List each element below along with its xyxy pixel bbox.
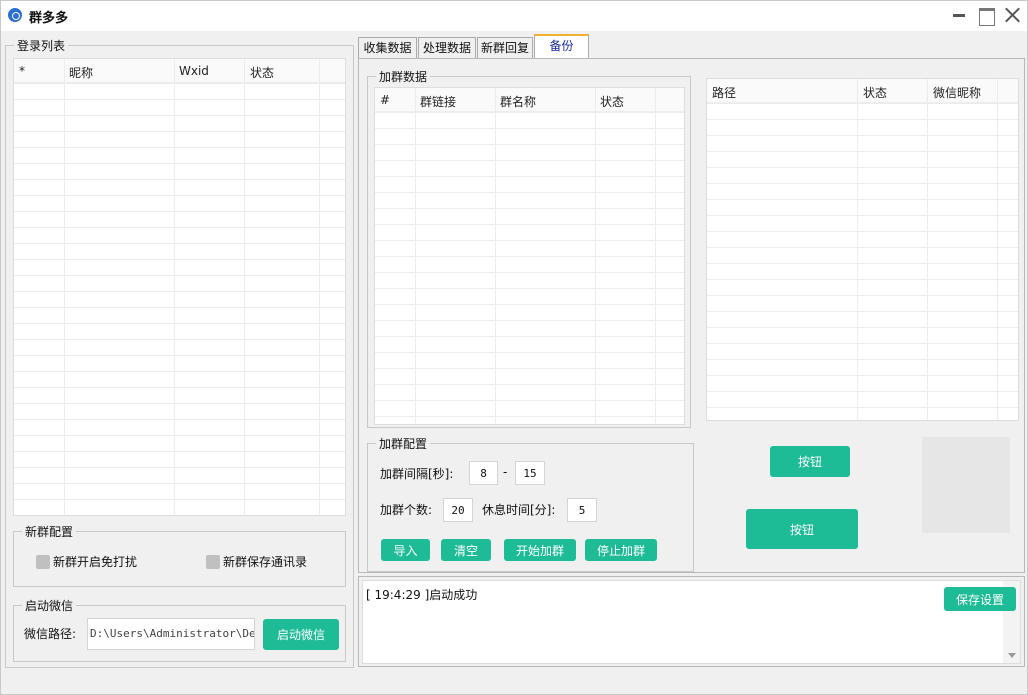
join-config-group: 加群配置 加群间隔[秒]: 8 - 15 加群个数: 20 休息时间[分]: 5… [367, 435, 694, 572]
stop-join-button[interactable]: 停止加群 [585, 539, 657, 561]
interval-max-input[interactable]: 15 [515, 461, 545, 485]
scroll-down-icon[interactable] [1008, 653, 1016, 658]
login-table[interactable]: * 昵称 Wxid 状态 [13, 58, 346, 516]
app-window: 群多多 登录列表 * 昵称 Wxid 状态 新群配置 新群开启免打扰 新群保存通… [0, 0, 1028, 695]
wechat-path-label: 微信路径: [24, 627, 77, 641]
maximize-icon[interactable] [976, 5, 998, 27]
checkbox-icon [206, 554, 220, 569]
save-contacts-label: 新群保存通讯录 [223, 555, 308, 569]
new-group-config-group: 新群配置 新群开启免打扰 新群保存通讯录 [13, 523, 346, 587]
backup-table-rows [707, 103, 1018, 420]
join-data-group: 加群数据 # 群链接 群名称 状态 [367, 68, 691, 428]
col-status: 状态 [600, 95, 625, 109]
no-disturb-label: 新群开启免打扰 [53, 555, 138, 569]
no-disturb-checkbox[interactable]: 新群开启免打扰 [36, 553, 137, 570]
import-button[interactable]: 导入 [381, 539, 430, 561]
join-count-input[interactable]: 20 [443, 498, 473, 522]
col-hash: # [380, 93, 391, 107]
close-icon[interactable] [1002, 5, 1024, 27]
app-logo-icon [8, 8, 22, 22]
join-data-label: 加群数据 [376, 68, 431, 85]
col-nickname: 昵称 [69, 66, 94, 80]
start-join-button[interactable]: 开始加群 [504, 539, 576, 561]
action-button-1[interactable]: 按钮 [770, 446, 850, 477]
tab-backup[interactable]: 备份 [534, 34, 589, 59]
image-placeholder [922, 437, 1010, 533]
log-line: [ 19:4:29 ]启动成功 [366, 588, 478, 602]
interval-label: 加群间隔[秒]: [380, 467, 454, 481]
launch-wechat-label: 启动微信 [22, 597, 77, 614]
join-config-label: 加群配置 [376, 435, 431, 452]
title-bar: 群多多 [1, 1, 1027, 31]
save-contacts-checkbox[interactable]: 新群保存通讯录 [206, 553, 307, 570]
interval-min-input[interactable]: 8 [469, 461, 498, 485]
col-wxid: Wxid [179, 64, 209, 78]
login-list-group: 登录列表 * 昵称 Wxid 状态 新群配置 新群开启免打扰 新群保存通讯录 启… [5, 37, 354, 668]
log-frame: [ 19:4:29 ]启动成功 保存设置 [358, 576, 1025, 667]
log-textarea[interactable]: [ 19:4:29 ]启动成功 [362, 580, 1021, 664]
col-path: 路径 [712, 86, 737, 100]
join-count-label: 加群个数: [380, 503, 433, 517]
window-title: 群多多 [29, 11, 69, 26]
rest-time-label: 休息时间[分]: [482, 503, 556, 517]
tab-new-group-reply[interactable]: 新群回复 [477, 37, 533, 59]
join-data-table[interactable]: # 群链接 群名称 状态 [374, 87, 685, 425]
col-status: 状态 [250, 66, 275, 80]
col-group-name: 群名称 [500, 95, 537, 109]
col-index: * [19, 64, 25, 78]
wechat-path-input[interactable]: D:\Users\Administrator\Deskt [87, 618, 255, 650]
launch-wechat-button[interactable]: 启动微信 [263, 619, 339, 650]
save-settings-button[interactable]: 保存设置 [944, 587, 1016, 611]
col-status: 状态 [863, 86, 888, 100]
join-data-rows [375, 112, 684, 424]
tab-process-data[interactable]: 处理数据 [418, 37, 476, 59]
minimize-icon[interactable] [949, 5, 971, 27]
clear-button[interactable]: 清空 [441, 539, 491, 561]
backup-table-header: 路径 状态 微信昵称 [707, 79, 1018, 103]
interval-dash: - [503, 465, 508, 479]
col-group-link: 群链接 [420, 95, 457, 109]
tab-collect-data[interactable]: 收集数据 [358, 37, 417, 59]
backup-table[interactable]: 路径 状态 微信昵称 [706, 78, 1019, 421]
new-group-config-label: 新群配置 [22, 523, 77, 540]
checkbox-icon [36, 554, 50, 569]
rest-time-input[interactable]: 5 [567, 498, 597, 522]
launch-wechat-group: 启动微信 微信路径: D:\Users\Administrator\Deskt … [13, 597, 346, 662]
col-wechat-nickname: 微信昵称 [933, 86, 982, 100]
backup-tab-panel: 加群数据 # 群链接 群名称 状态 路径 状态 微信昵称 加群配置 加群间隔[秒… [358, 58, 1025, 573]
login-list-label: 登录列表 [14, 37, 69, 54]
action-button-2[interactable]: 按钮 [746, 509, 858, 549]
join-data-header: # 群链接 群名称 状态 [375, 88, 684, 112]
